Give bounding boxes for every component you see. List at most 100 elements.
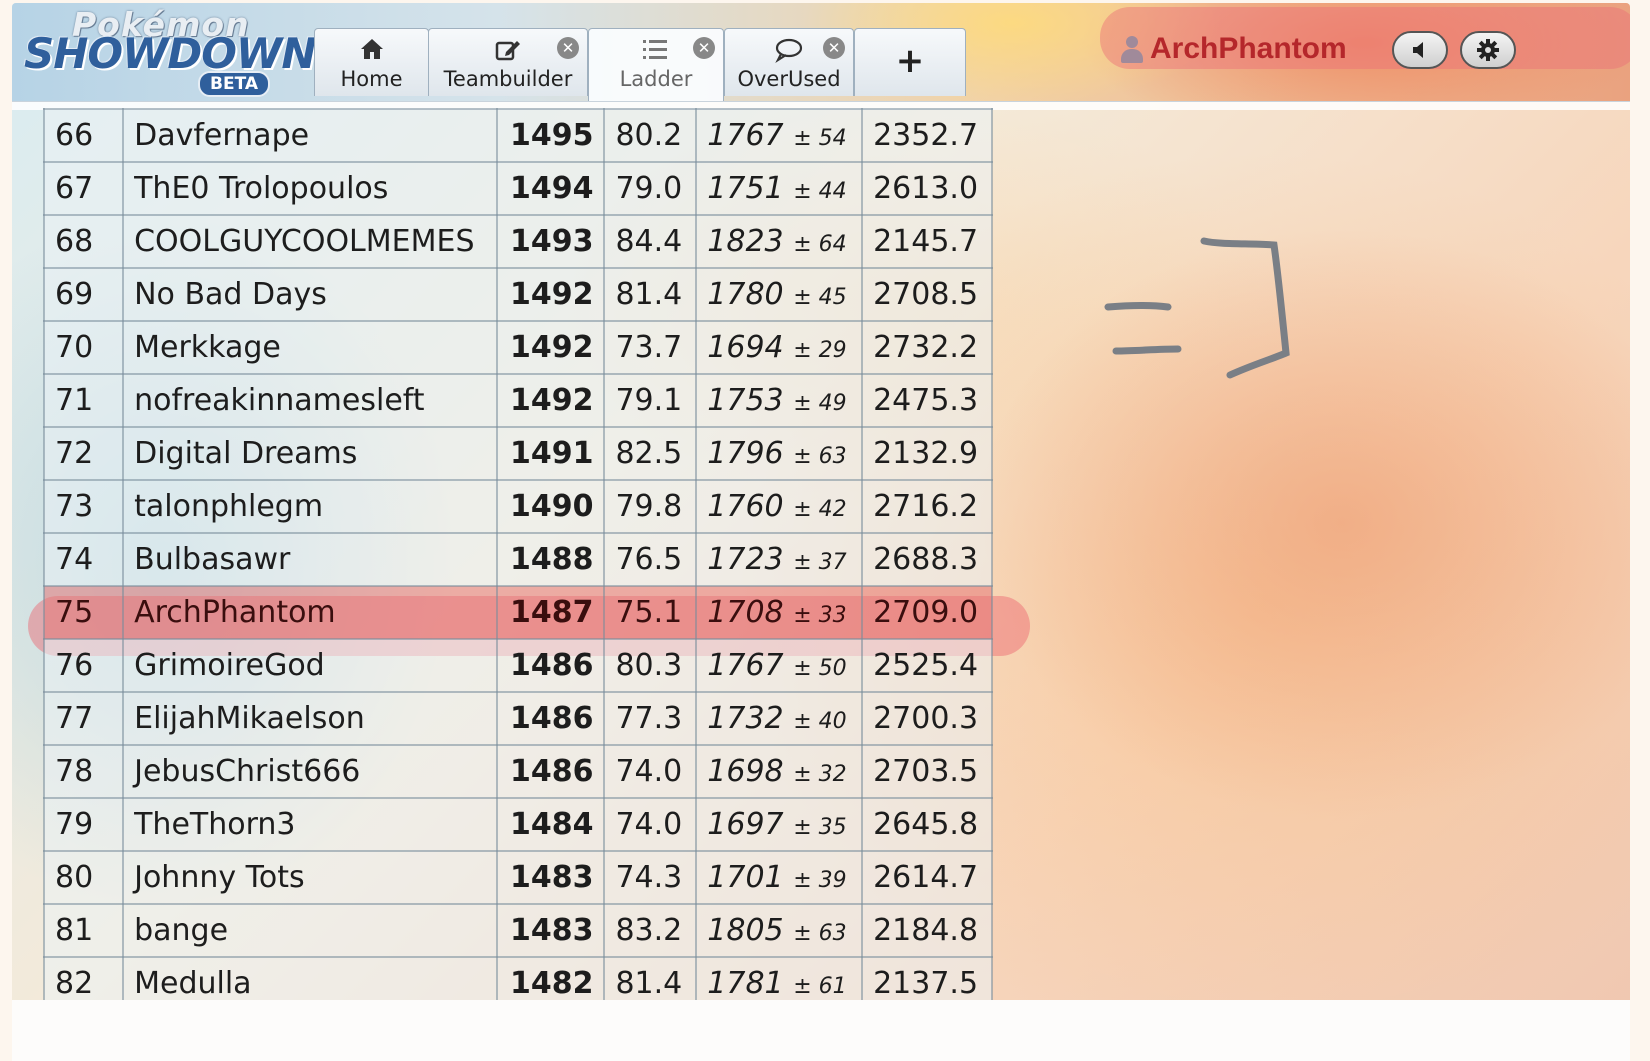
player-name-link[interactable]: bange xyxy=(123,904,498,958)
gxe-cell: 77.3 xyxy=(604,692,698,746)
coil-cell: 2132.9 xyxy=(862,427,993,481)
elo-cell: 1491 xyxy=(496,427,606,481)
glicko-rating: 1767 xyxy=(707,118,784,153)
settings-button[interactable] xyxy=(1460,31,1516,69)
table-row: 78 JebusChrist666 1486 74.0 1698 ± 32 2703.5 xyxy=(43,745,993,799)
elo-cell: 1486 xyxy=(496,639,606,693)
logo-beta-badge: BETA xyxy=(198,71,271,97)
glicko-deviation: ± 63 xyxy=(793,921,847,946)
elo-cell: 1495 xyxy=(496,108,606,163)
close-tab-icon[interactable]: ✕ xyxy=(693,37,715,59)
player-name-link[interactable]: Davfernape xyxy=(123,108,498,163)
tab-home-label: Home xyxy=(340,67,403,91)
close-tab-icon[interactable]: ✕ xyxy=(823,37,845,59)
player-name-link[interactable]: Johnny Tots xyxy=(123,851,498,905)
tab-ladder[interactable]: Ladder ✕ xyxy=(588,28,724,101)
player-name-link[interactable]: nofreakinnamesleft xyxy=(123,374,498,428)
table-row: 71 nofreakinnamesleft 1492 79.1 1753 ± 49 247… xyxy=(43,374,993,428)
glicko-deviation: ± 63 xyxy=(793,444,847,469)
table-row: 68 COOLGUYCOOLMEMES 1493 84.4 1823 ± 64 2145.… xyxy=(43,215,993,269)
glicko-rating: 1781 xyxy=(707,966,784,1001)
coil-cell: 2614.7 xyxy=(862,851,993,905)
glicko-cell: 1698 ± 32 xyxy=(696,745,864,799)
rank-cell: 73 xyxy=(43,480,125,534)
player-name-link[interactable]: Bulbasawr xyxy=(123,533,498,587)
rank-cell: 70 xyxy=(43,321,125,375)
glicko-deviation: ± 39 xyxy=(793,868,847,893)
tab-ladder-label: Ladder xyxy=(619,67,693,91)
close-tab-icon[interactable]: ✕ xyxy=(557,37,579,59)
tab-overused[interactable]: OverUsed ✕ xyxy=(724,28,854,96)
glicko-cell: 1723 ± 37 xyxy=(696,533,864,587)
glicko-cell: 1732 ± 40 xyxy=(696,692,864,746)
volume-icon xyxy=(1413,42,1423,58)
rank-cell: 68 xyxy=(43,215,125,269)
coil-cell: 2525.4 xyxy=(862,639,993,693)
gxe-cell: 83.2 xyxy=(604,904,698,958)
gxe-cell: 79.0 xyxy=(604,162,698,216)
tab-teambuilder[interactable]: Teambuilder ✕ xyxy=(428,28,588,96)
player-name-link[interactable]: Merkkage xyxy=(123,321,498,375)
elo-cell: 1493 xyxy=(496,215,606,269)
glicko-rating: 1751 xyxy=(707,171,784,206)
glicko-rating: 1708 xyxy=(707,595,784,630)
elo-cell: 1483 xyxy=(496,851,606,905)
volume-button[interactable] xyxy=(1392,31,1448,69)
glicko-deviation: ± 32 xyxy=(793,762,847,787)
coil-cell: 2352.7 xyxy=(862,108,993,163)
new-tab-button[interactable]: + xyxy=(854,28,966,96)
user-icon xyxy=(1120,36,1144,64)
glicko-deviation: ± 33 xyxy=(793,603,847,628)
gxe-cell: 81.4 xyxy=(604,268,698,322)
handwritten-annotation xyxy=(1104,237,1290,379)
coil-cell: 2145.7 xyxy=(862,215,993,269)
glicko-cell: 1760 ± 42 xyxy=(696,480,864,534)
player-name-link[interactable]: JebusChrist666 xyxy=(123,745,498,799)
coil-cell: 2613.0 xyxy=(862,162,993,216)
glicko-rating: 1697 xyxy=(707,807,784,842)
rank-cell: 67 xyxy=(43,162,125,216)
rank-cell: 76 xyxy=(43,639,125,693)
glicko-cell: 1697 ± 35 xyxy=(696,798,864,852)
player-name-link[interactable]: COOLGUYCOOLMEMES xyxy=(123,215,498,269)
player-name-link[interactable]: Digital Dreams xyxy=(123,427,498,481)
gxe-cell: 79.1 xyxy=(604,374,698,428)
glicko-deviation: ± 37 xyxy=(793,550,847,575)
table-row: 73 talonphlegm 1490 79.8 1760 ± 42 2716.2 xyxy=(43,480,993,534)
rank-cell: 66 xyxy=(43,108,125,163)
rank-cell: 79 xyxy=(43,798,125,852)
table-row: 67 ThE0 Trolopoulos 1494 79.0 1751 ± 44 2613.… xyxy=(43,162,993,216)
glicko-deviation: ± 40 xyxy=(793,709,847,734)
glicko-deviation: ± 44 xyxy=(793,179,847,204)
coil-cell: 2688.3 xyxy=(862,533,993,587)
elo-cell: 1486 xyxy=(496,745,606,799)
elo-cell: 1487 xyxy=(496,586,606,640)
glicko-rating: 1823 xyxy=(707,224,784,259)
coil-cell: 2709.0 xyxy=(862,586,993,640)
player-name-link[interactable]: ThE0 Trolopoulos xyxy=(123,162,498,216)
elo-cell: 1486 xyxy=(496,692,606,746)
ladder-table: 66 Davfernape 1495 80.2 1767 ± 54 2352.7 67 ThE… xyxy=(43,108,993,1011)
player-name-link[interactable]: GrimoireGod xyxy=(123,639,498,693)
glicko-deviation: ± 35 xyxy=(793,815,847,840)
coil-cell: 2716.2 xyxy=(862,480,993,534)
header-bar: Pokémon SHOWDOWN BETA Home Teambuilder ✕… xyxy=(12,3,1630,101)
showdown-logo[interactable]: Pokémon SHOWDOWN BETA xyxy=(20,5,316,97)
rank-cell: 78 xyxy=(43,745,125,799)
player-name-link[interactable]: TheThorn3 xyxy=(123,798,498,852)
table-row: 79 TheThorn3 1484 74.0 1697 ± 35 2645.8 xyxy=(43,798,993,852)
coil-cell: 2700.3 xyxy=(862,692,993,746)
player-name-link[interactable]: No Bad Days xyxy=(123,268,498,322)
glicko-cell: 1767 ± 54 xyxy=(696,108,864,163)
player-name-link[interactable]: ArchPhantom xyxy=(123,586,498,640)
tab-home[interactable]: Home xyxy=(314,28,429,96)
gxe-cell: 76.5 xyxy=(604,533,698,587)
elo-cell: 1488 xyxy=(496,533,606,587)
username-button[interactable]: ArchPhantom xyxy=(1150,32,1347,66)
player-name-link[interactable]: ElijahMikaelson xyxy=(123,692,498,746)
table-row: 81 bange 1483 83.2 1805 ± 63 2184.8 xyxy=(43,904,993,958)
tab-teambuilder-label: Teambuilder xyxy=(443,67,573,91)
gxe-cell: 74.3 xyxy=(604,851,698,905)
player-name-link[interactable]: talonphlegm xyxy=(123,480,498,534)
table-row: 76 GrimoireGod 1486 80.3 1767 ± 50 2525.4 xyxy=(43,639,993,693)
